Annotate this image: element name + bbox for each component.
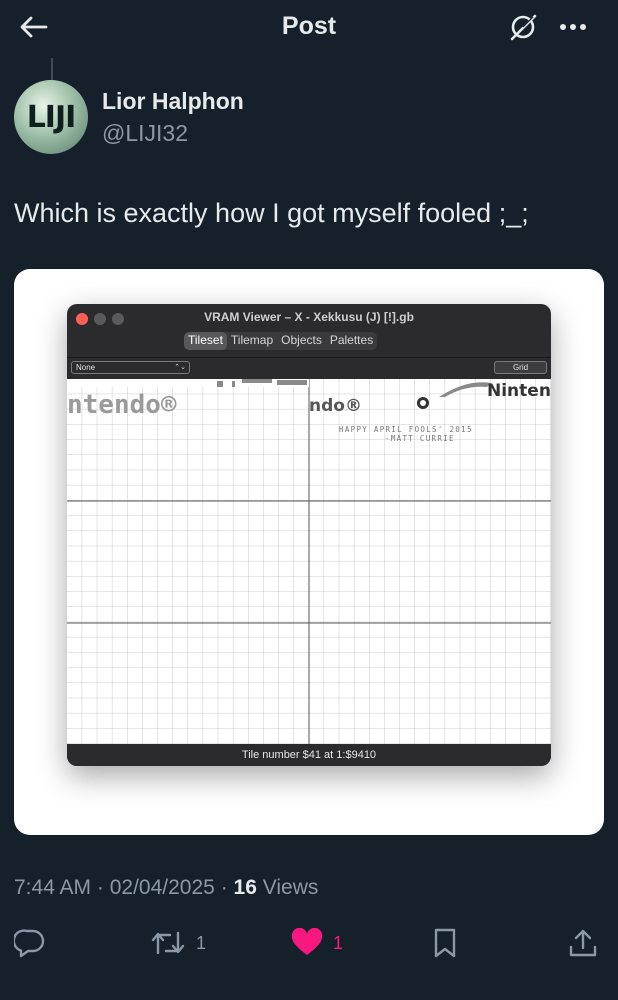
- palette-select: None ⌃⌄: [71, 361, 190, 374]
- vram-viewer-window: VRAM Viewer – X - Xekkusu (J) [!].gb Til…: [67, 304, 551, 766]
- tweet-time: 7:44 AM: [14, 876, 92, 899]
- tab-objects: Objects: [281, 333, 322, 347]
- author-name[interactable]: Lior Halphon: [102, 88, 244, 115]
- bookmark-button[interactable]: [432, 926, 458, 960]
- window-title: VRAM Viewer – X - Xekkusu (J) [!].gb: [204, 310, 414, 324]
- tab-tileset: Tileset: [184, 332, 227, 350]
- tweet-meta: 7:44 AM · 02/04/2025 · 16 Views: [14, 876, 319, 899]
- retweet-button[interactable]: 1: [150, 926, 206, 960]
- chevron-updown-icon: ⌃⌄: [174, 364, 186, 371]
- grok-icon: [510, 14, 537, 41]
- share-icon: [569, 929, 597, 957]
- retweet-icon: [151, 931, 185, 955]
- share-button[interactable]: [568, 926, 598, 960]
- avatar[interactable]: LIJI: [14, 80, 88, 154]
- heart-icon: [291, 928, 323, 955]
- grok-button[interactable]: [506, 10, 540, 44]
- more-dots-icon: [560, 24, 586, 30]
- tileset-canvas: ntendo® ndo® Ninten HAPPY APRIL FOOLS' 2…: [67, 379, 551, 744]
- grid-button: Grid: [494, 361, 547, 374]
- tileset-grid: ntendo® ndo® Ninten HAPPY APRIL FOOLS' 2…: [67, 379, 551, 744]
- tab-palettes: Palettes: [329, 333, 374, 347]
- tab-tilemap: Tilemap: [230, 333, 274, 347]
- thread-connector-line: [51, 58, 53, 80]
- bookmark-icon: [434, 928, 456, 958]
- tile-fragment-right: Ninten: [487, 381, 551, 401]
- april-fools-text-line2: -MATT CURRIE: [385, 434, 455, 443]
- more-options-button[interactable]: [556, 10, 590, 44]
- palette-select-value: None: [76, 363, 96, 372]
- tile-fragment-mid: ndo®: [309, 396, 362, 416]
- reply-icon: [14, 929, 45, 958]
- avatar-logo-text: LIJI: [26, 99, 77, 135]
- tile-fragment-left: ntendo®: [67, 390, 177, 420]
- like-count: 1: [333, 932, 344, 953]
- views-count: 16: [233, 876, 257, 899]
- status-bar: Tile number $41 at 1:$9410: [67, 744, 551, 766]
- tweet-text: Which is exactly how I got myself fooled…: [14, 198, 529, 228]
- toolbar-divider: [67, 357, 551, 358]
- april-fools-text-line1: HAPPY APRIL FOOLS' 2015: [339, 425, 473, 434]
- retweet-count: 1: [196, 932, 207, 953]
- tab-bar: Tileset Tilemap Objects Palettes: [184, 332, 378, 350]
- reply-button[interactable]: [14, 926, 46, 960]
- like-button[interactable]: 1: [291, 926, 343, 960]
- views-label[interactable]: Views: [263, 876, 319, 899]
- author-handle[interactable]: @LIJI32: [102, 120, 188, 147]
- tweet-date: 02/04/2025: [109, 876, 215, 899]
